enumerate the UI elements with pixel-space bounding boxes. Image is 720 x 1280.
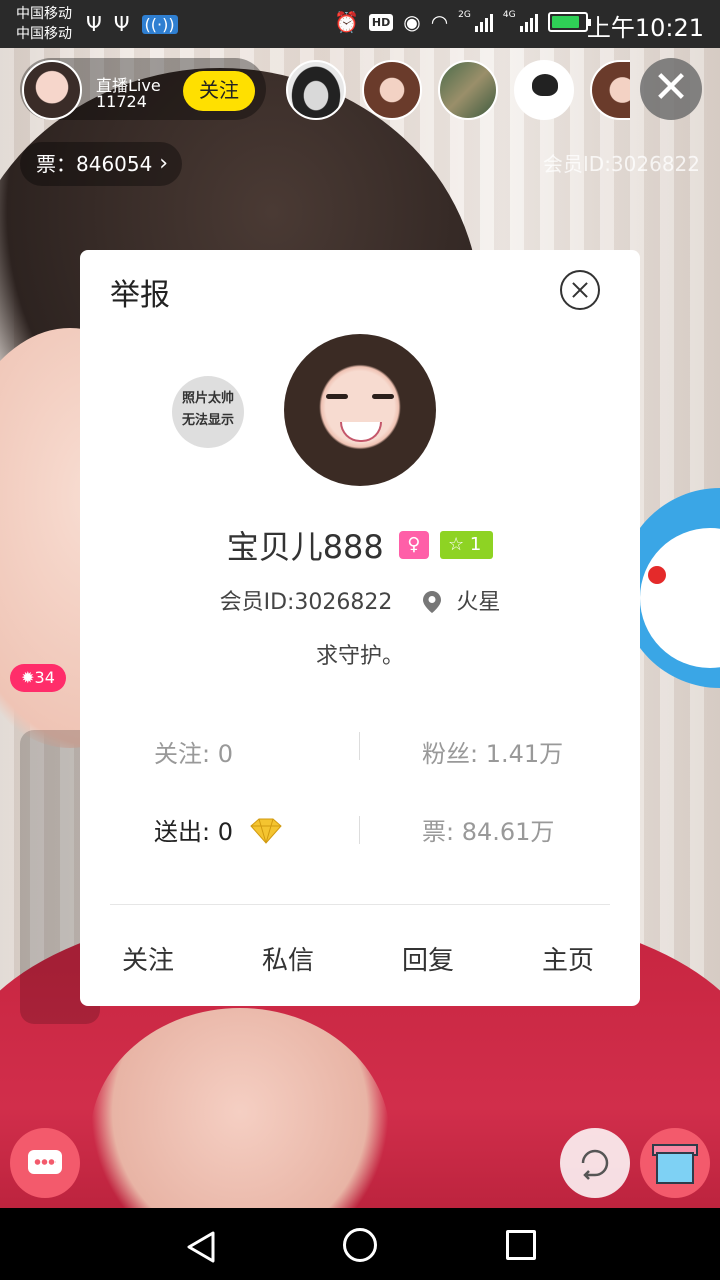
report-button[interactable]: 举报 bbox=[110, 270, 170, 314]
gifts-sent-count: 送出: 0 bbox=[154, 818, 233, 846]
gifts-sent-row[interactable]: 送出: 0 bbox=[154, 812, 283, 847]
gift-button[interactable] bbox=[640, 1128, 710, 1198]
member-info-row: 会员ID:3026822 火星 bbox=[80, 584, 640, 616]
viewer-avatar[interactable] bbox=[286, 60, 346, 120]
ticket-count: 票：846054 bbox=[36, 152, 153, 176]
status-icons-right: ⏰ HD ◉ ◠ 2G 4G bbox=[334, 10, 591, 34]
avatar-eye bbox=[326, 394, 348, 399]
location: 火星 bbox=[456, 590, 501, 615]
female-icon: ♀ bbox=[398, 531, 429, 559]
alarm-icon: ⏰ bbox=[334, 10, 359, 34]
network-type-2: 4G bbox=[502, 10, 516, 20]
user-level-badge: ✹34 bbox=[10, 664, 66, 692]
signature: 求守护。 bbox=[315, 644, 404, 669]
carrier-labels: 中国移动 中国移动 bbox=[16, 4, 72, 44]
ticket-pill[interactable]: 票：846054 › bbox=[20, 142, 182, 186]
eye-icon: ◉ bbox=[403, 10, 421, 34]
status-bar: 中国移动 中国移动 Ψ Ψ ((·)) ⏰ HD ◉ ◠ 2G 4G 上午10:… bbox=[0, 0, 720, 48]
viewer-avatar[interactable] bbox=[362, 60, 422, 120]
reply-button[interactable]: 回复 bbox=[402, 940, 454, 977]
status-icons-left: Ψ Ψ ((·)) bbox=[86, 12, 178, 36]
back-icon[interactable] bbox=[186, 1230, 216, 1264]
stat-divider bbox=[359, 732, 360, 760]
viewer-avatar[interactable] bbox=[514, 60, 574, 120]
hotspot-icon: ((·)) bbox=[141, 14, 178, 34]
private-message-button[interactable]: 私信 bbox=[262, 940, 314, 977]
carrier-2: 中国移动 bbox=[16, 26, 72, 42]
wifi-icon: ◠ bbox=[430, 10, 449, 34]
member-id: 会员ID:3026822 bbox=[219, 590, 393, 615]
follow-host-button[interactable]: 关注 bbox=[183, 71, 255, 111]
signal-icon bbox=[474, 12, 493, 32]
gift-icon bbox=[656, 1152, 694, 1184]
homepage-button[interactable]: 主页 bbox=[542, 940, 594, 977]
navigation-bar bbox=[0, 1208, 720, 1280]
nickname: 宝贝儿888 bbox=[226, 528, 384, 566]
following-count[interactable]: 关注: 0 bbox=[154, 734, 233, 769]
network-type-1: 2G bbox=[458, 10, 471, 20]
chat-button[interactable] bbox=[10, 1128, 80, 1198]
profile-avatar[interactable] bbox=[284, 334, 436, 486]
location-pin-icon bbox=[423, 591, 442, 613]
tickets-count[interactable]: 票: 84.61万 bbox=[422, 812, 554, 847]
plush-toy-nose bbox=[648, 566, 666, 584]
stat-divider bbox=[359, 816, 360, 844]
member-id-watermark: 会员ID:3026822 bbox=[542, 152, 700, 176]
share-icon bbox=[581, 1149, 609, 1180]
home-icon[interactable] bbox=[343, 1228, 377, 1262]
chat-dots bbox=[34, 1159, 56, 1165]
hd-badge: HD bbox=[368, 13, 394, 31]
level-badge-value: 34 bbox=[34, 668, 55, 687]
fans-count[interactable]: 粉丝: 1.41万 bbox=[422, 734, 563, 769]
battery-icon bbox=[547, 12, 591, 32]
viewer-count: 11724 bbox=[96, 92, 147, 111]
avatar-smile bbox=[340, 422, 382, 442]
usb-icon: Ψ bbox=[86, 12, 102, 36]
battery-level bbox=[551, 16, 579, 28]
close-icon: ✕ bbox=[652, 62, 690, 113]
card-divider bbox=[110, 904, 610, 905]
avatar-eye bbox=[372, 394, 394, 399]
chevron-right-icon: › bbox=[159, 151, 168, 176]
hidden-photo-line-1: 照片太帅 bbox=[181, 391, 234, 406]
hidden-photo-text: 照片太帅 无法显示 bbox=[168, 388, 248, 432]
diamond-icon bbox=[249, 818, 282, 844]
usb-icon: Ψ bbox=[113, 12, 130, 36]
hidden-photo-line-2: 无法显示 bbox=[181, 413, 234, 428]
recent-apps-icon[interactable] bbox=[506, 1230, 536, 1260]
host-avatar[interactable] bbox=[22, 60, 82, 120]
user-level-value: 1 bbox=[469, 534, 482, 555]
clock: 上午10:21 bbox=[586, 14, 704, 42]
level-badge-icon: ✹ bbox=[21, 668, 35, 687]
signal-icon bbox=[519, 12, 538, 32]
follow-button[interactable]: 关注 bbox=[122, 940, 174, 977]
hidden-photo-avatar[interactable]: 照片太帅 无法显示 bbox=[172, 376, 244, 448]
close-live-button[interactable]: ✕ bbox=[640, 58, 702, 120]
viewer-avatar[interactable] bbox=[438, 60, 498, 120]
star-icon: ☆ bbox=[447, 534, 465, 555]
carrier-1: 中国移动 bbox=[16, 6, 72, 22]
profile-card: 举报 照片太帅 无法显示 宝贝儿888 ♀ ☆ 1 会员ID:3026822 火… bbox=[80, 250, 640, 1006]
nickname-row: 宝贝儿888 ♀ ☆ 1 bbox=[80, 522, 640, 566]
user-level-tag: ☆ 1 bbox=[439, 531, 494, 559]
close-card-button[interactable] bbox=[560, 270, 600, 310]
share-button[interactable] bbox=[560, 1128, 630, 1198]
